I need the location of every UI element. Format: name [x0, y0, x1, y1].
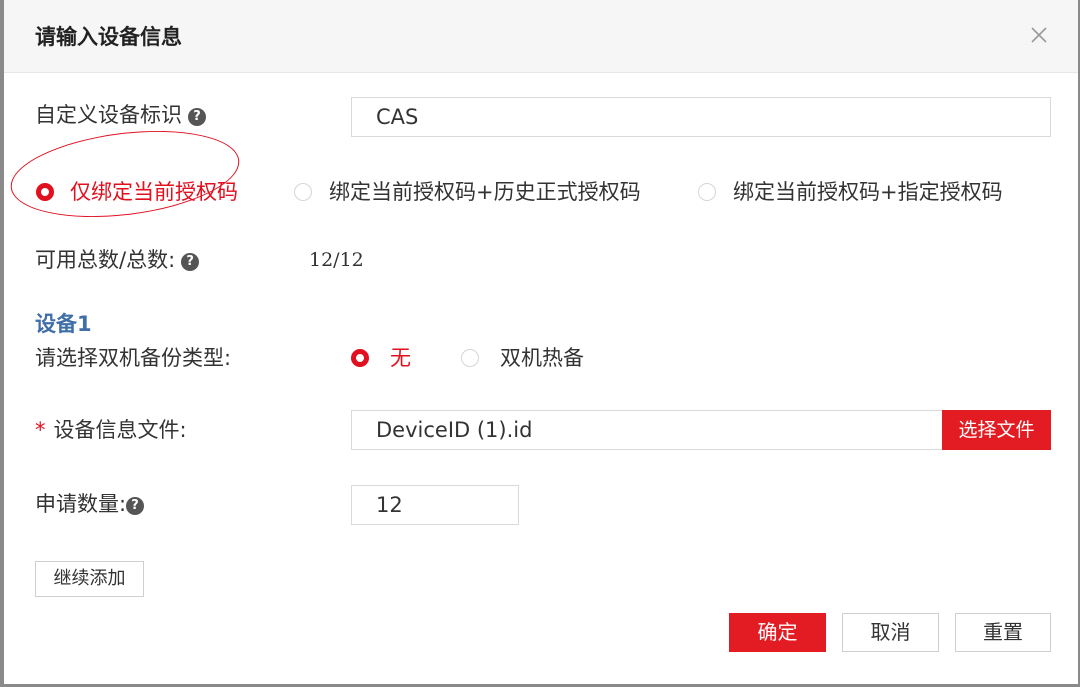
dialog-header: 请输入设备信息	[4, 0, 1078, 73]
radio-bind-current-history-label[interactable]: 绑定当前授权码+历史正式授权码	[329, 177, 641, 207]
availability-value: 12/12	[309, 249, 364, 271]
radio-backup-hot-standby[interactable]	[461, 349, 479, 367]
add-more-button[interactable]: 继续添加	[35, 561, 144, 597]
device-info-dialog: 请输入设备信息 自定义设备标识? CAS 仅绑定当前授权码 绑定当前授权码+历史…	[4, 0, 1078, 684]
device-section-title: 设备1	[35, 312, 92, 336]
confirm-button[interactable]: 确定	[729, 613, 826, 652]
cancel-button[interactable]: 取消	[842, 613, 939, 652]
help-icon[interactable]: ?	[126, 497, 145, 515]
radio-backup-none-label[interactable]: 无	[390, 343, 411, 373]
required-mark: *	[35, 418, 46, 442]
radio-bind-current[interactable]	[36, 183, 54, 201]
radio-backup-hot-standby-label[interactable]: 双机热备	[500, 343, 584, 373]
custom-id-label: 自定义设备标识	[35, 103, 182, 127]
choose-file-button[interactable]: 选择文件	[942, 410, 1051, 450]
quantity-label: 申请数量:	[35, 492, 127, 516]
device-file-row-label: * 设备信息文件:	[35, 415, 187, 445]
quantity-row-label: 申请数量:?	[35, 489, 145, 519]
help-icon[interactable]: ?	[181, 253, 200, 271]
radio-bind-current-label[interactable]: 仅绑定当前授权码	[70, 177, 238, 207]
backup-type-label: 请选择双机备份类型:	[35, 346, 232, 370]
custom-id-row-label: 自定义设备标识?	[35, 100, 206, 130]
close-icon[interactable]	[1028, 24, 1050, 46]
radio-bind-current-specified-label[interactable]: 绑定当前授权码+指定授权码	[733, 177, 1003, 207]
annotation-circle	[5, 119, 245, 229]
availability-row-label: 可用总数/总数:?	[35, 245, 200, 275]
quantity-input[interactable]: 12	[351, 485, 519, 525]
radio-backup-none[interactable]	[351, 349, 369, 367]
device-file-input[interactable]: DeviceID (1).id	[351, 410, 943, 450]
custom-id-input[interactable]: CAS	[351, 97, 1051, 137]
reset-button[interactable]: 重置	[955, 613, 1051, 652]
device-file-label: 设备信息文件:	[53, 418, 187, 442]
dialog-title: 请输入设备信息	[35, 25, 182, 49]
availability-label: 可用总数/总数:	[35, 248, 176, 272]
radio-bind-current-specified[interactable]	[698, 183, 716, 201]
help-icon[interactable]: ?	[188, 108, 206, 126]
radio-bind-current-history[interactable]	[294, 183, 312, 201]
